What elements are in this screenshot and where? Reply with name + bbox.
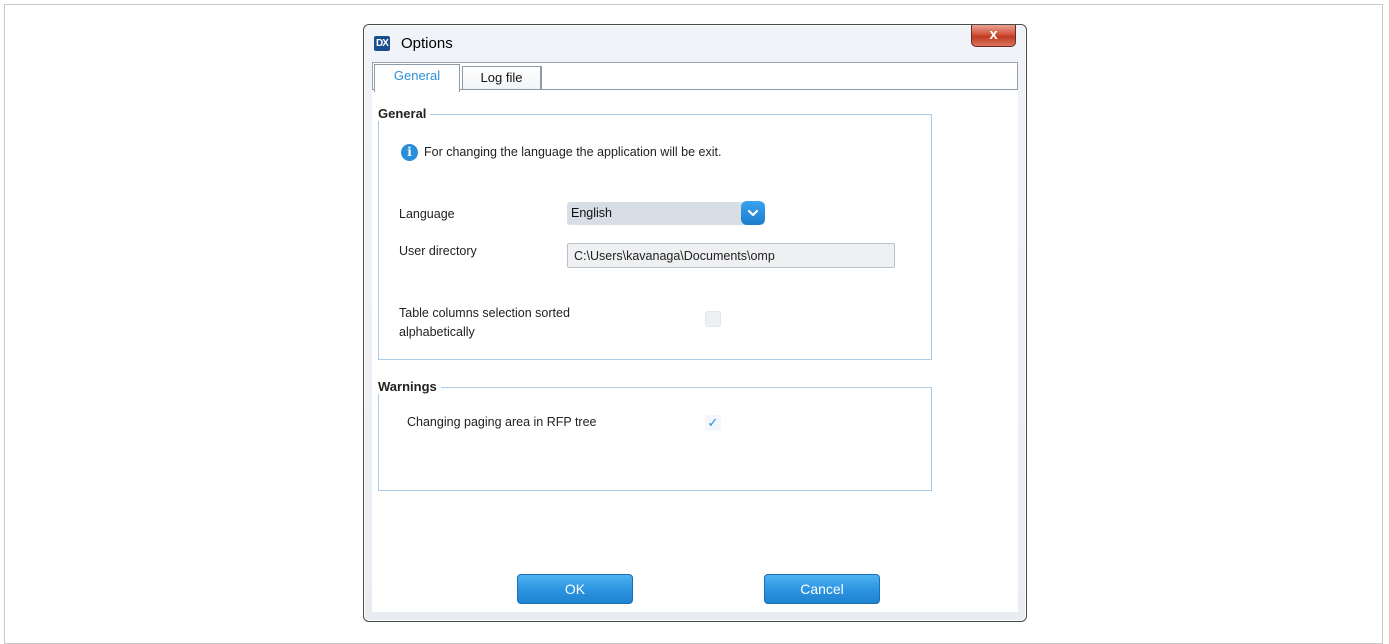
info-icon: i	[401, 144, 418, 161]
general-groupbox: General i For changing the language the a…	[378, 106, 932, 360]
warnings-groupbox: Warnings Changing paging area in RFP tre…	[378, 379, 932, 491]
tab-log-file[interactable]: Log file	[462, 66, 542, 90]
app-logo-icon: DX	[374, 36, 390, 51]
table-columns-sorted-checkbox[interactable]	[705, 311, 721, 327]
checkmark-icon: ✓	[707, 415, 719, 430]
close-button[interactable]: x	[971, 25, 1016, 47]
paging-area-warning-checkbox[interactable]: ✓	[705, 415, 721, 431]
language-select[interactable]: English	[567, 201, 765, 225]
table-columns-sorted-label-line1: Table columns selection sorted	[399, 306, 570, 320]
options-dialog: DX Options x General Log file General iF…	[363, 24, 1027, 622]
warnings-group-legend: Warnings	[378, 379, 441, 394]
tab-panel-general: General i For changing the language the a…	[372, 89, 1018, 612]
tab-general[interactable]: General	[374, 64, 460, 92]
cancel-button[interactable]: Cancel	[764, 574, 880, 604]
language-label: Language	[399, 207, 455, 221]
paging-area-warning-label: Changing paging area in RFP tree	[407, 415, 597, 429]
title-bar: DX Options x	[364, 25, 1026, 63]
table-columns-sorted-label-line2: alphabetically	[399, 325, 475, 339]
general-group-legend: General	[378, 106, 431, 121]
ok-button[interactable]: OK	[517, 574, 633, 604]
table-columns-sorted-label: Table columns selection sorted alphabeti…	[399, 304, 570, 342]
info-text: For changing the language the applicatio…	[424, 144, 722, 159]
user-directory-label: User directory	[399, 244, 477, 258]
close-icon: x	[989, 26, 998, 43]
chevron-down-icon[interactable]	[741, 201, 765, 225]
window-title: Options	[401, 35, 453, 52]
language-info-message: i For changing the language the applicati…	[401, 144, 721, 161]
language-select-value: English	[571, 206, 612, 220]
user-directory-field[interactable]	[567, 243, 895, 268]
